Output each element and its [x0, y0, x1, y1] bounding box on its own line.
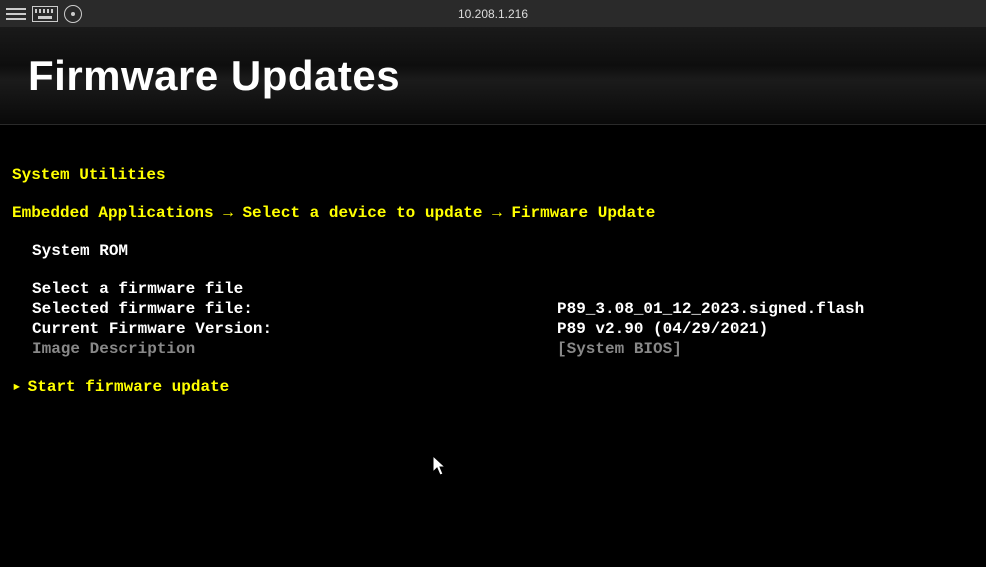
image-description-value: [System BIOS] [557, 339, 682, 359]
select-file-action[interactable]: Select a firmware file [32, 279, 557, 299]
start-update-action[interactable]: ▸ Start firmware update [12, 377, 974, 397]
titlebar: 10.208.1.216 [0, 0, 986, 27]
section-heading: System Utilities [12, 165, 974, 185]
titlebar-icons [6, 5, 82, 23]
disc-icon[interactable] [64, 5, 82, 23]
selection-arrow-icon: ▸ [12, 377, 22, 397]
breadcrumb-item[interactable]: Embedded Applications [12, 204, 214, 222]
content-area: System Utilities Embedded Applications →… [0, 125, 986, 397]
mouse-cursor-icon [433, 456, 449, 478]
keyboard-icon[interactable] [32, 6, 58, 22]
arrow-right-icon: → [492, 204, 511, 222]
current-version-label: Current Firmware Version: [32, 319, 557, 339]
selected-file-label: Selected firmware file: [32, 299, 557, 319]
menu-icon[interactable] [6, 8, 26, 20]
breadcrumb-item[interactable]: Firmware Update [511, 204, 655, 222]
header-banner: Firmware Updates [0, 27, 986, 125]
image-description-label: Image Description [32, 339, 557, 359]
arrow-right-icon: → [223, 204, 242, 222]
connection-ip: 10.208.1.216 [458, 7, 528, 21]
breadcrumb: Embedded Applications → Select a device … [12, 203, 974, 223]
current-version-value: P89 v2.90 (04/29/2021) [557, 319, 768, 339]
firmware-info-block: Select a firmware file Selected firmware… [12, 279, 974, 359]
breadcrumb-item[interactable]: Select a device to update [242, 204, 482, 222]
page-title: Firmware Updates [28, 52, 400, 100]
device-heading: System ROM [12, 241, 974, 261]
selected-file-value: P89_3.08_01_12_2023.signed.flash [557, 299, 864, 319]
start-update-label: Start firmware update [28, 377, 230, 397]
